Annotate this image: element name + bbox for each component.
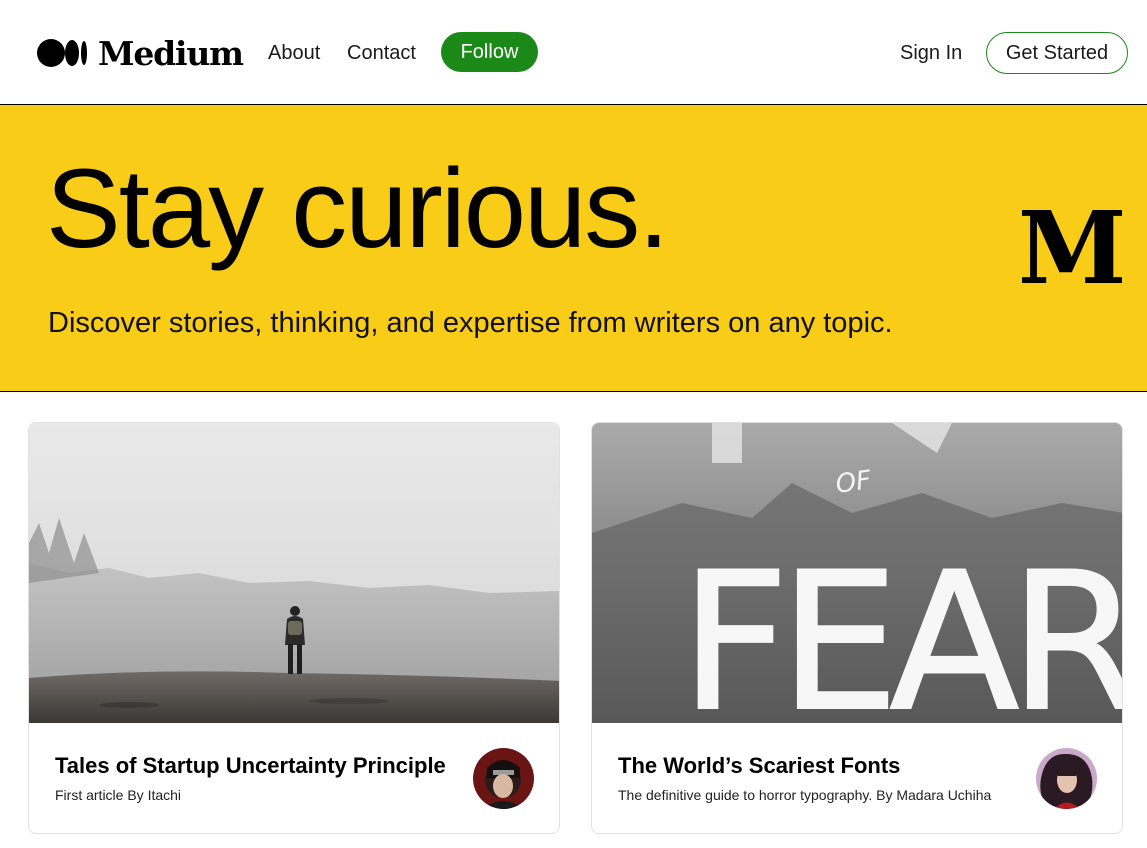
- author-avatar[interactable]: [1036, 748, 1097, 809]
- article-description: The definitive guide to horror typograph…: [618, 787, 992, 803]
- svg-text:FEAR: FEAR: [680, 532, 1123, 723]
- foggy-landscape-image: [29, 423, 559, 723]
- hero-title: Stay curious.: [46, 146, 669, 271]
- svg-text:M: M: [1022, 207, 1122, 287]
- hero-subtitle: Discover stories, thinking, and expertis…: [48, 307, 893, 339]
- article-card[interactable]: Tales of Startup Uncertainty Principle F…: [28, 422, 560, 834]
- author-avatar[interactable]: [473, 748, 534, 809]
- medium-logo-icon: [37, 39, 87, 67]
- article-title[interactable]: The World’s Scariest Fonts: [618, 753, 900, 779]
- brand-name: Medium: [98, 33, 244, 73]
- fonts-of-fear-image: OF FEAR: [592, 423, 1123, 723]
- follow-button[interactable]: Follow: [441, 32, 538, 72]
- nav-link-about[interactable]: About: [268, 42, 320, 65]
- article-card[interactable]: OF FEAR The World’s Scariest Fonts The d…: [591, 422, 1123, 834]
- get-started-button[interactable]: Get Started: [986, 32, 1128, 74]
- article-description: First article By Itachi: [55, 787, 182, 803]
- hero-banner: Stay curious. Discover stories, thinking…: [0, 105, 1147, 392]
- medium-m-emblem-icon: M: [1022, 207, 1122, 287]
- sign-in-link[interactable]: Sign In: [900, 42, 962, 65]
- nav-link-contact[interactable]: Contact: [347, 42, 416, 65]
- svg-text:OF: OF: [834, 465, 874, 500]
- article-title[interactable]: Tales of Startup Uncertainty Principle: [55, 753, 446, 779]
- top-navbar: Medium About Contact Follow Sign In Get …: [0, 0, 1147, 105]
- medium-logo[interactable]: Medium: [36, 33, 244, 73]
